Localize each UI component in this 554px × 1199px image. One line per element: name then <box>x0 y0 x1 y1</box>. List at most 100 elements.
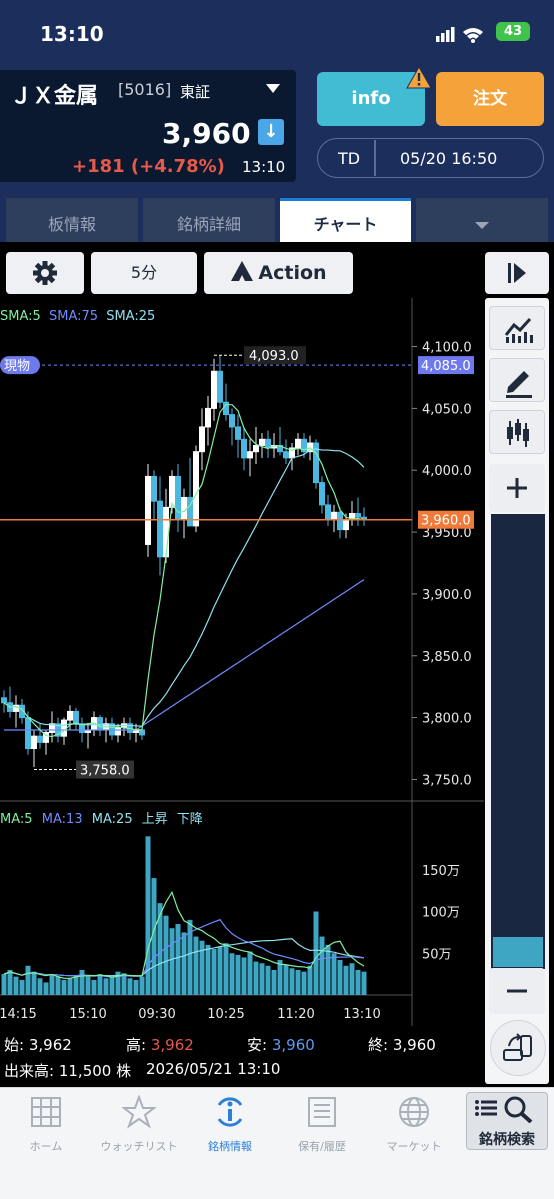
candle-body <box>25 717 31 750</box>
volume-bar <box>265 965 271 995</box>
nav-stock-search[interactable]: 銘柄検索 <box>466 1092 548 1150</box>
nav-holdings-label: 保有/履歴 <box>298 1140 346 1153</box>
candle-body <box>331 511 337 521</box>
stock-dropdown-icon[interactable] <box>266 84 280 94</box>
zoom-out-button[interactable] <box>489 968 545 1014</box>
volume-bar <box>199 940 205 995</box>
pencil-icon <box>506 371 532 398</box>
volume-bar <box>163 915 169 995</box>
genbutsu-price-label: 4,085.0 <box>421 359 471 374</box>
nav-holdings[interactable]: 保有/履歴 <box>282 1095 362 1154</box>
candle-body <box>97 717 103 731</box>
price-indicator-label: SMA:25 <box>106 309 155 324</box>
candle-body <box>67 710 73 721</box>
zoom-track[interactable] <box>491 514 545 969</box>
volume-bar <box>283 964 289 995</box>
action-label: Action <box>258 262 327 284</box>
volume-bar <box>103 978 109 995</box>
indicator-button[interactable] <box>489 306 545 350</box>
volume-bar <box>121 973 127 995</box>
rotate-screen-button[interactable] <box>490 1020 546 1076</box>
volume-bar <box>49 974 55 995</box>
price-chart[interactable]: 4,100.04,050.04,000.03,950.03,900.03,850… <box>0 298 484 1026</box>
volume-bar <box>79 969 85 995</box>
list-icon <box>308 1097 336 1127</box>
high-label: 高: <box>126 1036 147 1054</box>
volume-bar <box>229 953 235 995</box>
candle-type-button[interactable] <box>489 410 545 454</box>
volume-bar <box>133 979 139 995</box>
candle-body <box>259 438 265 447</box>
volume-bar <box>355 969 361 995</box>
candle-body <box>145 475 151 545</box>
order-button[interactable]: 注文 <box>436 72 544 126</box>
interval-button[interactable]: 5分 <box>91 252 197 294</box>
volume-bar <box>343 965 349 995</box>
stock-name[interactable]: ＪＸ金属 <box>10 78 98 110</box>
candle-body <box>61 719 67 737</box>
action-button[interactable]: Action <box>204 252 353 294</box>
nav-watchlist[interactable]: ウォッチリスト <box>98 1094 180 1154</box>
volume-bar <box>127 978 133 995</box>
candle-body <box>151 475 157 502</box>
tab-stock-detail[interactable]: 銘柄詳細 <box>143 198 275 242</box>
volume-bar <box>361 971 367 995</box>
time-tick-label: 09:30 <box>138 1007 175 1022</box>
td-divider <box>374 140 376 176</box>
candle-body <box>115 727 121 736</box>
chevron-down-icon <box>475 222 489 229</box>
volume-tick-label: 50万 <box>422 947 452 962</box>
chart-play-button[interactable] <box>485 252 549 294</box>
candle-body <box>175 475 181 521</box>
genbutsu-label: 現物 <box>4 359 30 374</box>
nav-home-label: ホーム <box>29 1140 63 1153</box>
volume-bar <box>289 968 295 995</box>
volume-bar <box>1 974 7 995</box>
candle-body <box>1 697 7 704</box>
gear-icon <box>33 261 57 285</box>
tab-board[interactable]: 板情報 <box>6 198 138 242</box>
candle-body <box>235 426 241 440</box>
volume-bar <box>313 911 319 995</box>
chart-settings-button[interactable] <box>6 252 84 294</box>
close-label: 終: <box>368 1036 389 1054</box>
nav-home[interactable]: ホーム <box>6 1095 86 1154</box>
price-tick-label: 4,000.0 <box>422 464 472 479</box>
nav-stock-search-label: 銘柄検索 <box>479 1132 535 1148</box>
zoom-in-button[interactable] <box>489 464 545 512</box>
volume-bar <box>271 969 277 995</box>
candle-body <box>217 370 223 403</box>
tab-chart[interactable]: チャート <box>280 198 411 242</box>
volume-indicator-label: MA:25 <box>92 812 133 827</box>
chart-datetime: 2026/05/21 13:10 <box>146 1060 281 1078</box>
volume-bar <box>19 979 25 995</box>
volume-bar <box>13 976 19 995</box>
volume-bar <box>337 959 343 995</box>
candle-body <box>229 414 235 428</box>
volume-bar <box>259 963 265 995</box>
nav-market[interactable]: マーケット <box>374 1095 454 1154</box>
zoom-thumb[interactable] <box>493 937 543 967</box>
status-time: 13:10 <box>40 22 104 46</box>
volume-indicator-label: 上昇 <box>142 812 168 827</box>
time-tick-label: 15:10 <box>69 1007 106 1022</box>
price-tick-label: 3,750.0 <box>422 773 472 788</box>
volume-bar <box>217 946 223 995</box>
volume-indicator-label: 下降 <box>177 812 203 827</box>
tab-more[interactable] <box>416 198 548 242</box>
candle-body <box>355 513 361 518</box>
volume-bar <box>31 971 37 995</box>
draw-button[interactable] <box>489 358 545 402</box>
close-value: 3,960 <box>392 1036 436 1054</box>
nav-stock-info[interactable]: 銘柄情報 <box>190 1095 270 1154</box>
td-label: TD <box>338 149 361 168</box>
time-tick-label: 11:20 <box>277 1007 314 1022</box>
volume-bar <box>301 971 307 995</box>
volume-tick-label: 150万 <box>422 864 460 879</box>
volume-bar <box>97 974 103 995</box>
ohlc-info: 始: 3,962 高: 3,962 安: 3,960 終: 3,960 出来高:… <box>0 1026 484 1084</box>
volume-bar <box>109 976 115 995</box>
current-price-label: 3,960.0 <box>421 514 471 529</box>
time-tick-label: 14:15 <box>0 1007 37 1022</box>
signal-wifi-icon <box>436 27 483 43</box>
